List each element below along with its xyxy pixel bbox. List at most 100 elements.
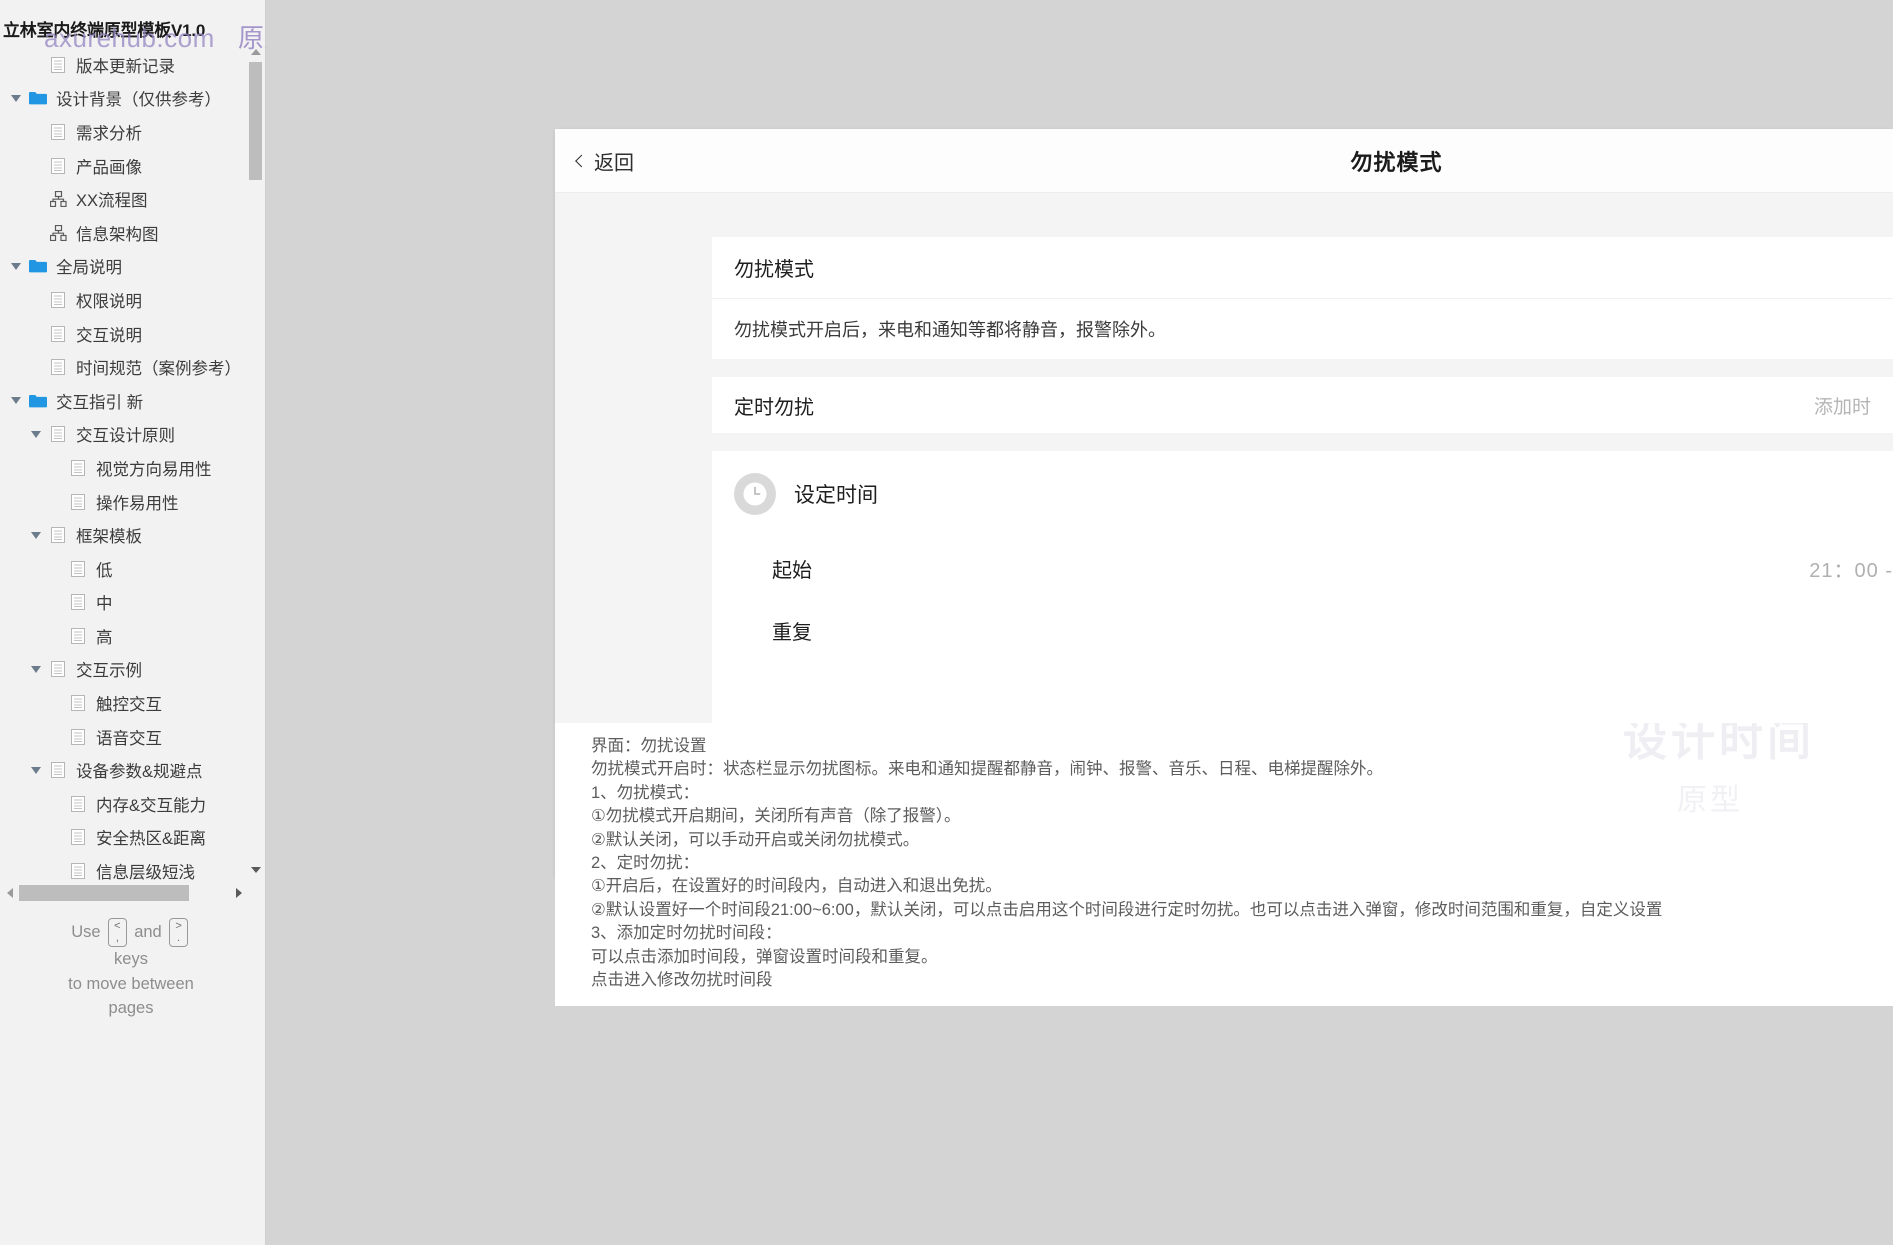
hint-pages-label: pages [108, 999, 154, 1017]
app-root: 立林室内终端原型模板V1.0 版本更新记录 设计背景（仅供参考） 需求分析 产品画像 X… [0, 0, 1893, 1245]
dnd-mode-row[interactable]: 勿扰模式 [712, 237, 1893, 299]
tree-item-label: 内存&交互能力 [96, 796, 207, 815]
page-icon [66, 695, 90, 712]
scroll-left-arrow-icon[interactable] [3, 886, 16, 900]
tree-item-1[interactable]: 设计背景（仅供参考） [0, 82, 252, 116]
scheduled-dnd-row[interactable]: 定时勿扰 添加时 [712, 377, 1893, 433]
tree-item-2[interactable]: 需求分析 [0, 115, 252, 149]
tree-item-14[interactable]: 框架模板 [0, 518, 252, 552]
start-time-label: 起始 [772, 559, 812, 582]
prev-key-bottom: , [115, 932, 119, 944]
tree-item-8[interactable]: 交互说明 [0, 317, 252, 351]
scrollbar-corner [252, 882, 265, 904]
tree-item-label: 交互说明 [76, 326, 142, 345]
page-icon [66, 728, 90, 745]
chevron-down-icon[interactable] [6, 94, 26, 102]
tree-item-label: 语音交互 [96, 729, 162, 748]
page-icon [66, 493, 90, 510]
hint-move-label: to move between [68, 974, 194, 993]
tree-item-label: 时间规范（案例参考） [76, 360, 241, 379]
tree-item-21[interactable]: 设备参数&规避点 [0, 753, 252, 787]
repeat-row[interactable]: 重复 [712, 599, 1893, 661]
page-icon [66, 627, 90, 644]
tree-item-9[interactable]: 时间规范（案例参考） [0, 350, 252, 384]
annotation-line: ②默认关闭，可以手动开启或关闭勿扰模式。 [591, 830, 920, 849]
scroll-down-arrow-icon[interactable] [250, 864, 261, 876]
tree-item-label: 设备参数&规避点 [76, 763, 203, 782]
tree-item-label: 安全热区&距离 [96, 830, 207, 849]
add-time-button[interactable]: 添加时 [1814, 392, 1871, 419]
chevron-down-icon[interactable] [26, 430, 46, 438]
tree-item-label: 交互指引 新 [56, 393, 144, 412]
tree-item-3[interactable]: 产品画像 [0, 149, 252, 183]
set-time-header[interactable]: 设定时间 [712, 451, 1893, 537]
tree-item-22[interactable]: 内存&交互能力 [0, 787, 252, 821]
tree-item-label: 交互设计原则 [76, 427, 175, 446]
tree-item-17[interactable]: 高 [0, 619, 252, 653]
annotation-line: 界面：勿扰设置 [591, 737, 707, 755]
tree-item-6[interactable]: 全局说明 [0, 250, 252, 284]
annotation-line: 1、勿扰模式： [591, 783, 700, 802]
tree-item-7[interactable]: 权限说明 [0, 283, 252, 317]
prev-page-key[interactable]: < , [108, 918, 127, 947]
chevron-down-icon[interactable] [26, 766, 46, 774]
tree-item-4[interactable]: XX流程图 [0, 182, 252, 216]
tree-item-15[interactable]: 低 [0, 552, 252, 586]
folder-icon [26, 394, 50, 408]
hint-use-label: Use [71, 922, 101, 941]
page-icon [66, 795, 90, 812]
start-time-value: 21：00 - [1809, 559, 1893, 582]
tree-item-label: XX流程图 [76, 192, 148, 211]
tree-item-19[interactable]: 触控交互 [0, 686, 252, 720]
vertical-scroll-thumb[interactable] [249, 62, 262, 180]
scroll-up-arrow-icon[interactable] [250, 46, 261, 58]
page-icon [46, 157, 70, 174]
tree-item-label: 视觉方向易用性 [96, 460, 212, 479]
tree-item-label: 触控交互 [96, 696, 162, 715]
annotation-note: 设计时间 原型 界面：勿扰设置 勿扰模式开启时：状态栏显示勿扰图标。来电和通知提醒… [555, 723, 1893, 1007]
page-icon [66, 594, 90, 611]
flow-icon [46, 191, 70, 208]
page-icon [66, 863, 90, 880]
tree-item-label: 交互示例 [76, 662, 142, 681]
page-icon [46, 661, 70, 678]
next-page-key[interactable]: > . [169, 918, 188, 947]
scheduled-dnd-card: 定时勿扰 添加时 [712, 377, 1893, 433]
tree-item-label: 高 [96, 628, 113, 647]
chevron-down-icon[interactable] [6, 397, 26, 405]
next-key-top: > [175, 920, 182, 932]
page-icon [66, 560, 90, 577]
dnd-mode-card: 勿扰模式 勿扰模式开启后，来电和通知等都将静音，报警除外。 [712, 237, 1893, 359]
chevron-down-icon[interactable] [26, 531, 46, 539]
tree-item-12[interactable]: 视觉方向易用性 [0, 451, 252, 485]
prev-key-top: < [114, 920, 121, 932]
chevron-down-icon[interactable] [6, 262, 26, 270]
tree-item-18[interactable]: 交互示例 [0, 653, 252, 687]
annotation-line: ①勿扰模式开启期间，关闭所有声音（除了报警）。 [591, 807, 961, 826]
tree-item-label: 版本更新记录 [76, 57, 175, 76]
scroll-right-arrow-icon[interactable] [232, 886, 245, 900]
tree-item-20[interactable]: 语音交互 [0, 720, 252, 754]
tree-item-0[interactable]: 版本更新记录 [0, 48, 252, 82]
tree-item-16[interactable]: 中 [0, 586, 252, 620]
page-icon [46, 527, 70, 544]
chevron-down-icon[interactable] [26, 665, 46, 673]
dnd-description: 勿扰模式开启后，来电和通知等都将静音，报警除外。 [734, 320, 1166, 340]
horizontal-scroll-thumb[interactable] [19, 885, 189, 901]
page-tree[interactable]: 版本更新记录设计背景（仅供参考） 需求分析产品画像 XX流程图信息架构图 全局说明 权限… [0, 48, 252, 888]
sidebar-horizontal-scrollbar[interactable] [0, 882, 250, 904]
tree-item-label: 需求分析 [76, 124, 142, 143]
tree-item-label: 产品画像 [76, 158, 142, 177]
page-icon [46, 291, 70, 308]
sidebar-vertical-scrollbar[interactable] [249, 46, 262, 876]
tree-item-label: 中 [96, 595, 113, 614]
page-title: 勿扰模式 [1350, 149, 1443, 175]
tree-item-23[interactable]: 安全热区&距离 [0, 821, 252, 855]
tree-item-10[interactable]: 交互指引 新 [0, 384, 252, 418]
tree-item-5[interactable]: 信息架构图 [0, 216, 252, 250]
tree-item-13[interactable]: 操作易用性 [0, 485, 252, 519]
tree-item-11[interactable]: 交互设计原则 [0, 418, 252, 452]
start-time-row[interactable]: 起始 21：00 - [712, 537, 1893, 599]
card-spacer [555, 359, 1893, 377]
tree-item-label: 操作易用性 [96, 494, 179, 513]
